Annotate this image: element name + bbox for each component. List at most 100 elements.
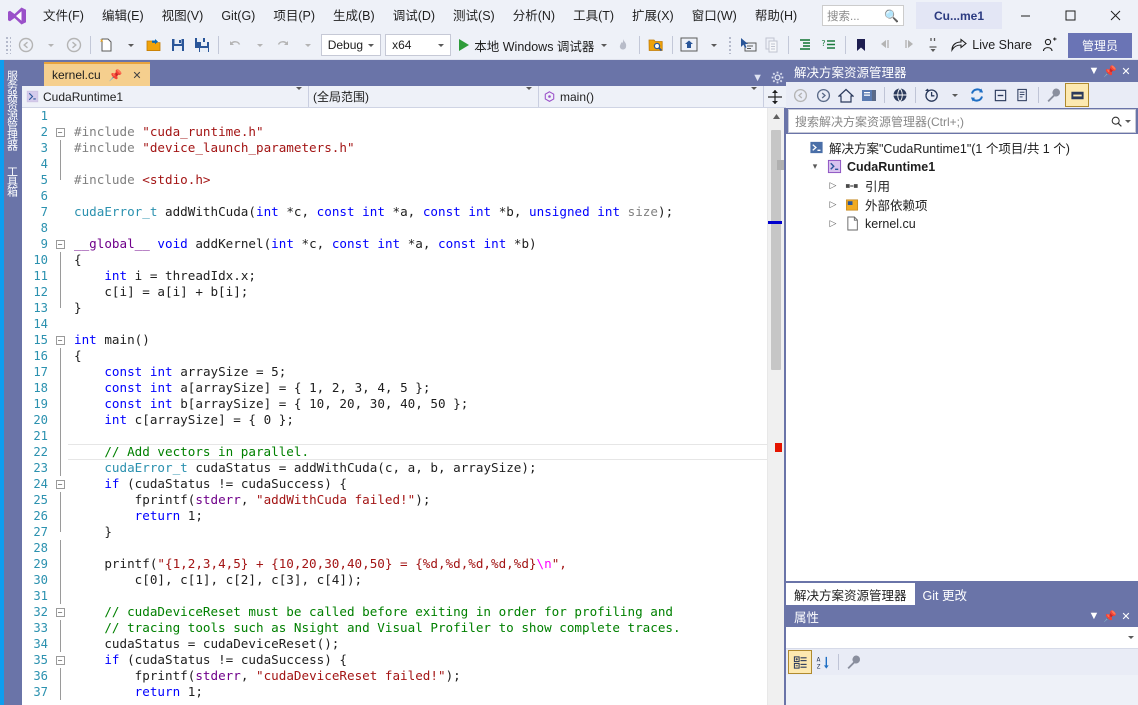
code-line[interactable]: 26 return 1; bbox=[22, 508, 767, 524]
tree-item[interactable]: ▷引用 bbox=[786, 176, 1138, 195]
tab-git-changes[interactable]: Git 更改 bbox=[915, 583, 975, 605]
hot-reload-icon[interactable] bbox=[611, 33, 635, 57]
code-line[interactable]: 17 const int arraySize = 5; bbox=[22, 364, 767, 380]
fold-toggle-icon[interactable]: − bbox=[52, 604, 68, 620]
menu-help[interactable]: 帮助(H) bbox=[746, 3, 806, 29]
code-line[interactable]: 24− if (cudaStatus != cudaSuccess) { bbox=[22, 476, 767, 492]
properties-icon[interactable] bbox=[1043, 84, 1065, 106]
copy-element-icon[interactable] bbox=[760, 33, 784, 57]
tree-item[interactable]: ▾CudaRuntime1 bbox=[786, 157, 1138, 176]
navigate-forward-icon[interactable] bbox=[62, 33, 86, 57]
fold-toggle-icon[interactable]: − bbox=[52, 652, 68, 668]
code-line[interactable]: 11 int i = threadIdx.x; bbox=[22, 268, 767, 284]
open-file-icon[interactable] bbox=[142, 33, 166, 57]
code-line[interactable]: 19 const int b[arraySize] = { 10, 20, 30… bbox=[22, 396, 767, 412]
code-line[interactable]: 2−#include "cuda_runtime.h" bbox=[22, 124, 767, 140]
redo-dropdown[interactable] bbox=[295, 33, 319, 57]
code-line[interactable]: 9−__global__ void addKernel(int *c, cons… bbox=[22, 236, 767, 252]
properties-object-selector[interactable] bbox=[786, 627, 1138, 649]
fold-toggle-icon[interactable]: − bbox=[52, 236, 68, 252]
code-line[interactable]: 21 bbox=[22, 428, 767, 444]
code-line[interactable]: 36 fprintf(stderr, "cudaDeviceReset fail… bbox=[22, 668, 767, 684]
close-icon[interactable]: ✕ bbox=[1118, 610, 1134, 623]
undo-icon[interactable] bbox=[223, 33, 247, 57]
indent-icon[interactable] bbox=[793, 33, 817, 57]
menu-debug[interactable]: 调试(D) bbox=[384, 3, 444, 29]
code-line[interactable]: 6 bbox=[22, 188, 767, 204]
find-in-folder-icon[interactable] bbox=[644, 33, 668, 57]
code-line[interactable]: 30 c[0], c[1], c[2], c[3], c[4]); bbox=[22, 572, 767, 588]
menu-analyze[interactable]: 分析(N) bbox=[504, 3, 564, 29]
code-line[interactable]: 23 cudaError_t cudaStatus = addWithCuda(… bbox=[22, 460, 767, 476]
chevron-down-icon[interactable] bbox=[601, 44, 607, 47]
categorized-icon[interactable] bbox=[789, 651, 811, 673]
new-item-icon[interactable] bbox=[94, 33, 118, 57]
close-icon[interactable]: ✕ bbox=[130, 69, 143, 82]
chevron-down-icon[interactable]: ▼ bbox=[752, 72, 763, 84]
code-line[interactable]: 35− if (cudaStatus != cudaSuccess) { bbox=[22, 652, 767, 668]
properties-grid[interactable] bbox=[786, 675, 1138, 705]
comment-icon[interactable]: ? bbox=[817, 33, 841, 57]
fold-toggle-icon[interactable]: − bbox=[52, 332, 68, 348]
scroll-up-icon[interactable] bbox=[768, 108, 784, 124]
chevron-down-icon[interactable] bbox=[1125, 120, 1131, 123]
toolbar-grip-2[interactable] bbox=[728, 36, 734, 54]
code-line[interactable]: 37 return 1; bbox=[22, 684, 767, 700]
bookmark-icon[interactable] bbox=[849, 33, 873, 57]
code-line[interactable]: 4 bbox=[22, 156, 767, 172]
server-explorer-tab[interactable]: 服务器资源管理器 bbox=[3, 64, 20, 156]
fold-toggle-icon[interactable]: − bbox=[52, 476, 68, 492]
fold-toggle-icon[interactable]: − bbox=[52, 124, 68, 140]
collapse-all-icon[interactable] bbox=[989, 84, 1011, 106]
code-line[interactable]: 8 bbox=[22, 220, 767, 236]
menu-extensions[interactable]: 扩展(X) bbox=[623, 3, 683, 29]
code-line[interactable]: 10{ bbox=[22, 252, 767, 268]
code-line[interactable]: 32− // cudaDeviceReset must be called be… bbox=[22, 604, 767, 620]
menu-window[interactable]: 窗口(W) bbox=[683, 3, 746, 29]
navbar-project-combo[interactable]: CudaRuntime1 bbox=[22, 86, 309, 107]
navbar-scope-combo[interactable]: (全局范围) bbox=[309, 86, 539, 107]
code-line[interactable]: 5#include <stdio.h> bbox=[22, 172, 767, 188]
save-all-icon[interactable] bbox=[190, 33, 214, 57]
solution-platform-combo[interactable]: x64 bbox=[385, 34, 451, 56]
redo-icon[interactable] bbox=[271, 33, 295, 57]
back-icon[interactable] bbox=[789, 84, 811, 106]
code-editor[interactable]: 1 2−#include "cuda_runtime.h"3#include "… bbox=[22, 108, 786, 705]
split-view-icon[interactable] bbox=[764, 86, 786, 107]
menu-view[interactable]: 视图(V) bbox=[153, 3, 213, 29]
select-element-icon[interactable] bbox=[736, 33, 760, 57]
menu-test[interactable]: 测试(S) bbox=[444, 3, 504, 29]
code-line[interactable]: 25 fprintf(stderr, "addWithCuda failed!"… bbox=[22, 492, 767, 508]
alphabetical-icon[interactable]: A Z bbox=[812, 651, 834, 673]
navbar-member-combo[interactable]: main() bbox=[539, 86, 764, 107]
admin-badge[interactable]: 管理员 bbox=[1068, 33, 1132, 58]
menu-build[interactable]: 生成(B) bbox=[324, 3, 384, 29]
navigate-back-icon[interactable] bbox=[14, 33, 38, 57]
navigate-back-dropdown[interactable] bbox=[38, 33, 62, 57]
code-line[interactable]: 27 } bbox=[22, 524, 767, 540]
pending-changes-icon[interactable] bbox=[858, 84, 880, 106]
code-lines[interactable]: 1 2−#include "cuda_runtime.h"3#include "… bbox=[22, 108, 767, 700]
chevron-right-icon[interactable]: ▷ bbox=[826, 180, 840, 191]
code-line[interactable]: 34 cudaStatus = cudaDeviceReset(); bbox=[22, 636, 767, 652]
pin-icon[interactable]: 📌 bbox=[107, 69, 125, 82]
snapshot-dropdown[interactable] bbox=[701, 33, 725, 57]
code-line[interactable]: 33 // tracing tools such as Nsight and V… bbox=[22, 620, 767, 636]
tree-item[interactable]: 解决方案"CudaRuntime1"(1 个项目/共 1 个) bbox=[786, 138, 1138, 157]
live-share-button[interactable]: Live Share bbox=[945, 33, 1038, 57]
code-line[interactable]: 16{ bbox=[22, 348, 767, 364]
pin-icon[interactable]: 📌 bbox=[1102, 65, 1118, 78]
forward-icon[interactable] bbox=[812, 84, 834, 106]
start-debugging-button[interactable]: 本地 Windows 调试器 bbox=[453, 33, 611, 57]
chevron-down-icon[interactable]: ▼ bbox=[1086, 610, 1102, 622]
save-icon[interactable] bbox=[166, 33, 190, 57]
home-icon[interactable] bbox=[835, 84, 857, 106]
refresh-icon[interactable] bbox=[966, 84, 988, 106]
history-icon[interactable] bbox=[920, 84, 942, 106]
menu-tools[interactable]: 工具(T) bbox=[564, 3, 623, 29]
code-line[interactable]: 14 bbox=[22, 316, 767, 332]
snapshot-icon[interactable] bbox=[677, 33, 701, 57]
toolbar-overflow-icon[interactable] bbox=[921, 33, 945, 57]
code-line[interactable]: 7cudaError_t addWithCuda(int *c, const i… bbox=[22, 204, 767, 220]
chevron-right-icon[interactable]: ▷ bbox=[826, 199, 840, 210]
